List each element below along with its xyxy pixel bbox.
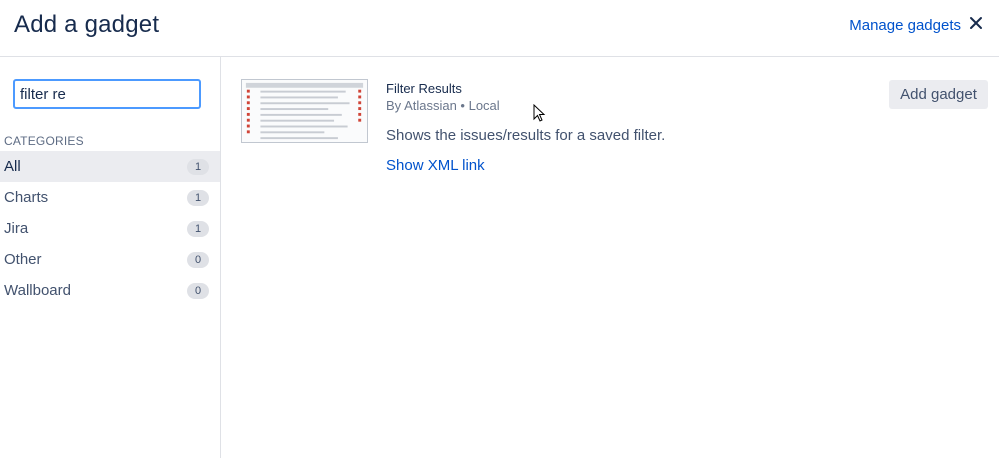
category-item-all[interactable]: All 1 [0,151,220,182]
gadget-title: Filter Results [386,81,462,96]
category-label: Wallboard [4,282,71,299]
search-input[interactable] [13,79,201,109]
dialog-header: Add a gadget Manage gadgets [0,0,999,57]
category-count-badge: 1 [187,159,209,175]
gadget-author: By Atlassian • Local [386,98,500,113]
add-gadget-button[interactable]: Add gadget [889,80,988,109]
category-count-badge: 1 [187,190,209,206]
category-label: Jira [4,220,29,237]
category-item-charts[interactable]: Charts 1 [0,182,220,213]
category-count-badge: 0 [187,283,209,299]
category-label: Other [4,251,42,268]
manage-gadgets-link[interactable]: Manage gadgets [849,17,961,34]
category-item-other[interactable]: Other 0 [0,244,220,275]
category-count-badge: 1 [187,221,209,237]
category-count-badge: 0 [187,252,209,268]
mouse-cursor-icon [533,104,546,122]
gadget-item-filter-results: Filter Results By Atlassian • Local Show… [241,79,991,189]
category-list: All 1 Charts 1 Jira 1 Other 0 Wallboard … [0,151,220,306]
category-label: All [4,158,21,175]
gadget-description: Shows the issues/results for a saved fil… [386,127,666,144]
page-title: Add a gadget [14,11,160,38]
filter-results-thumbnail [241,79,368,143]
sidebar: CATEGORIES All 1 Charts 1 Jira 1 Other 0… [0,57,221,458]
categories-heading: CATEGORIES [4,134,84,148]
close-icon[interactable] [967,14,985,32]
category-item-wallboard[interactable]: Wallboard 0 [0,275,220,306]
category-item-jira[interactable]: Jira 1 [0,213,220,244]
category-label: Charts [4,189,49,206]
show-xml-link[interactable]: Show XML link [386,157,485,174]
